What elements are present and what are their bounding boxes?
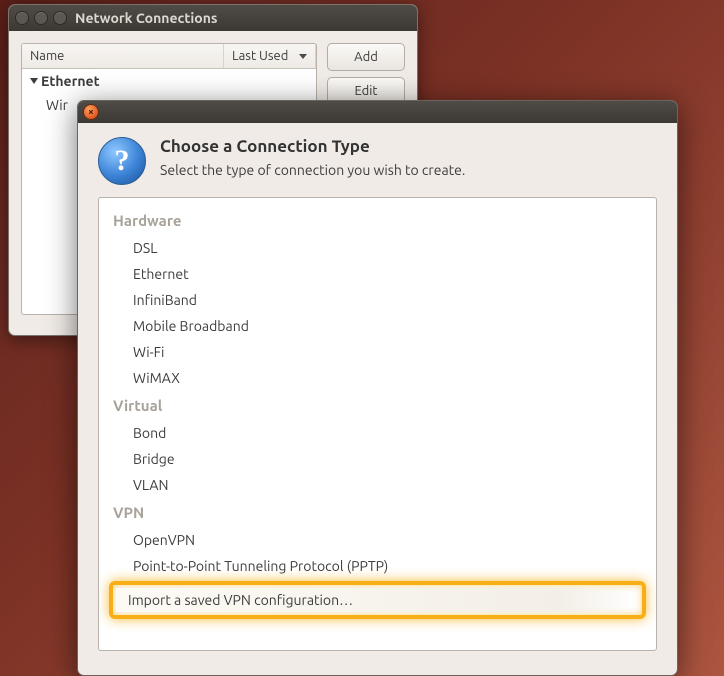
column-header-lastused-label: Last Used <box>232 49 288 63</box>
connection-type-dialog: × ? Choose a Connection Type Select the … <box>77 100 678 676</box>
group-virtual: Virtual <box>99 391 656 420</box>
column-header-lastused[interactable]: Last Used <box>224 44 316 68</box>
option-bridge[interactable]: Bridge <box>99 446 656 472</box>
close-icon[interactable]: × <box>83 104 99 120</box>
option-infiniband[interactable]: InfiniBand <box>99 287 656 313</box>
dialog-subtitle: Select the type of connection you wish t… <box>160 162 465 178</box>
group-vpn: VPN <box>99 498 656 527</box>
connection-type-list[interactable]: Hardware DSL Ethernet InfiniBand Mobile … <box>98 197 657 651</box>
option-wimax[interactable]: WiMAX <box>99 365 656 391</box>
column-header-name-label: Name <box>30 49 64 63</box>
option-bond[interactable]: Bond <box>99 420 656 446</box>
option-dsl[interactable]: DSL <box>99 235 656 261</box>
window-title: Network Connections <box>75 10 218 26</box>
option-wifi[interactable]: Wi-Fi <box>99 339 656 365</box>
option-mobile-broadband[interactable]: Mobile Broadband <box>99 313 656 339</box>
option-pptp[interactable]: Point-to-Point Tunneling Protocol (PPTP) <box>99 553 656 579</box>
sort-caret-icon <box>299 54 307 59</box>
expand-triangle-icon <box>30 78 38 84</box>
option-import-vpn[interactable]: Import a saved VPN configuration… <box>116 588 639 612</box>
dialog-title: Choose a Connection Type <box>160 137 465 156</box>
connection-group-ethernet[interactable]: Ethernet <box>22 69 316 93</box>
group-label: Ethernet <box>41 73 100 89</box>
add-button[interactable]: Add <box>327 43 405 71</box>
option-ethernet[interactable]: Ethernet <box>99 261 656 287</box>
option-vlan[interactable]: VLAN <box>99 472 656 498</box>
window-titlebar[interactable]: Network Connections <box>9 5 417 31</box>
option-openvpn[interactable]: OpenVPN <box>99 527 656 553</box>
dialog-titlebar[interactable]: × <box>78 101 677 123</box>
highlighted-option-frame: Import a saved VPN configuration… <box>109 581 646 619</box>
maximize-icon[interactable] <box>53 11 67 25</box>
group-hardware: Hardware <box>99 206 656 235</box>
minimize-icon[interactable] <box>34 11 48 25</box>
close-icon[interactable] <box>15 11 29 25</box>
question-icon: ? <box>98 137 146 185</box>
column-header-name[interactable]: Name <box>22 44 224 68</box>
